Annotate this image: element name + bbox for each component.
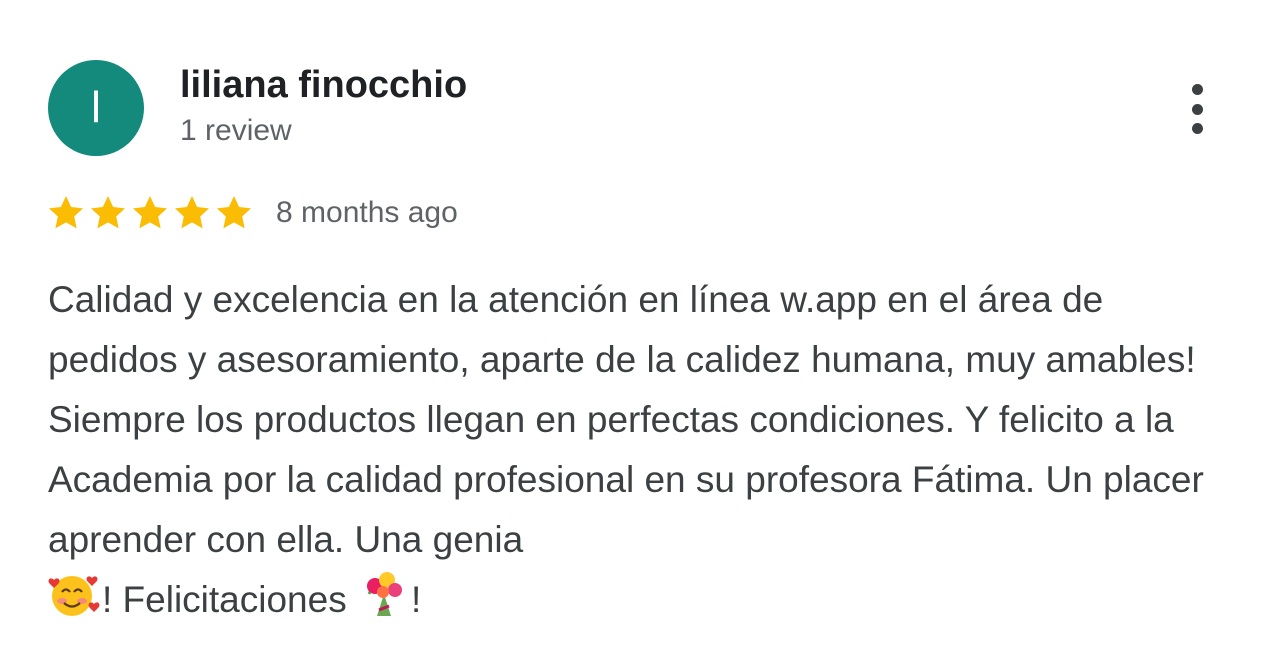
avatar[interactable]: l bbox=[48, 60, 144, 156]
review-body: Calidad y excelencia en la atención en l… bbox=[48, 279, 1204, 560]
bouquet-icon bbox=[357, 570, 411, 618]
star-rating bbox=[46, 193, 256, 233]
star-icon bbox=[46, 193, 86, 233]
more-vert-icon-dot bbox=[1191, 123, 1203, 134]
avatar-initial: l bbox=[91, 83, 101, 132]
star-icon bbox=[130, 193, 170, 233]
more-vert-icon bbox=[1191, 84, 1203, 95]
smiling-face-with-hearts-icon bbox=[48, 570, 102, 618]
star-icon bbox=[172, 193, 212, 233]
more-options-button[interactable] bbox=[1176, 78, 1218, 140]
rating-row: 8 months ago bbox=[46, 190, 458, 236]
review-date: 8 months ago bbox=[276, 196, 458, 229]
review-final-exclamation: ! bbox=[411, 579, 422, 620]
star-icon bbox=[214, 193, 254, 233]
star-icon bbox=[88, 193, 128, 233]
review-closing-text: ! Felicitaciones bbox=[102, 579, 357, 620]
review-card: l liliana finocchio 1 review 8 months ag… bbox=[0, 0, 1280, 656]
review-count[interactable]: 1 review bbox=[180, 114, 292, 148]
more-vert-icon-dot bbox=[1191, 103, 1203, 115]
reviewer-name[interactable]: liliana finocchio bbox=[180, 64, 467, 107]
review-text: Calidad y excelencia en la atención en l… bbox=[48, 270, 1238, 630]
